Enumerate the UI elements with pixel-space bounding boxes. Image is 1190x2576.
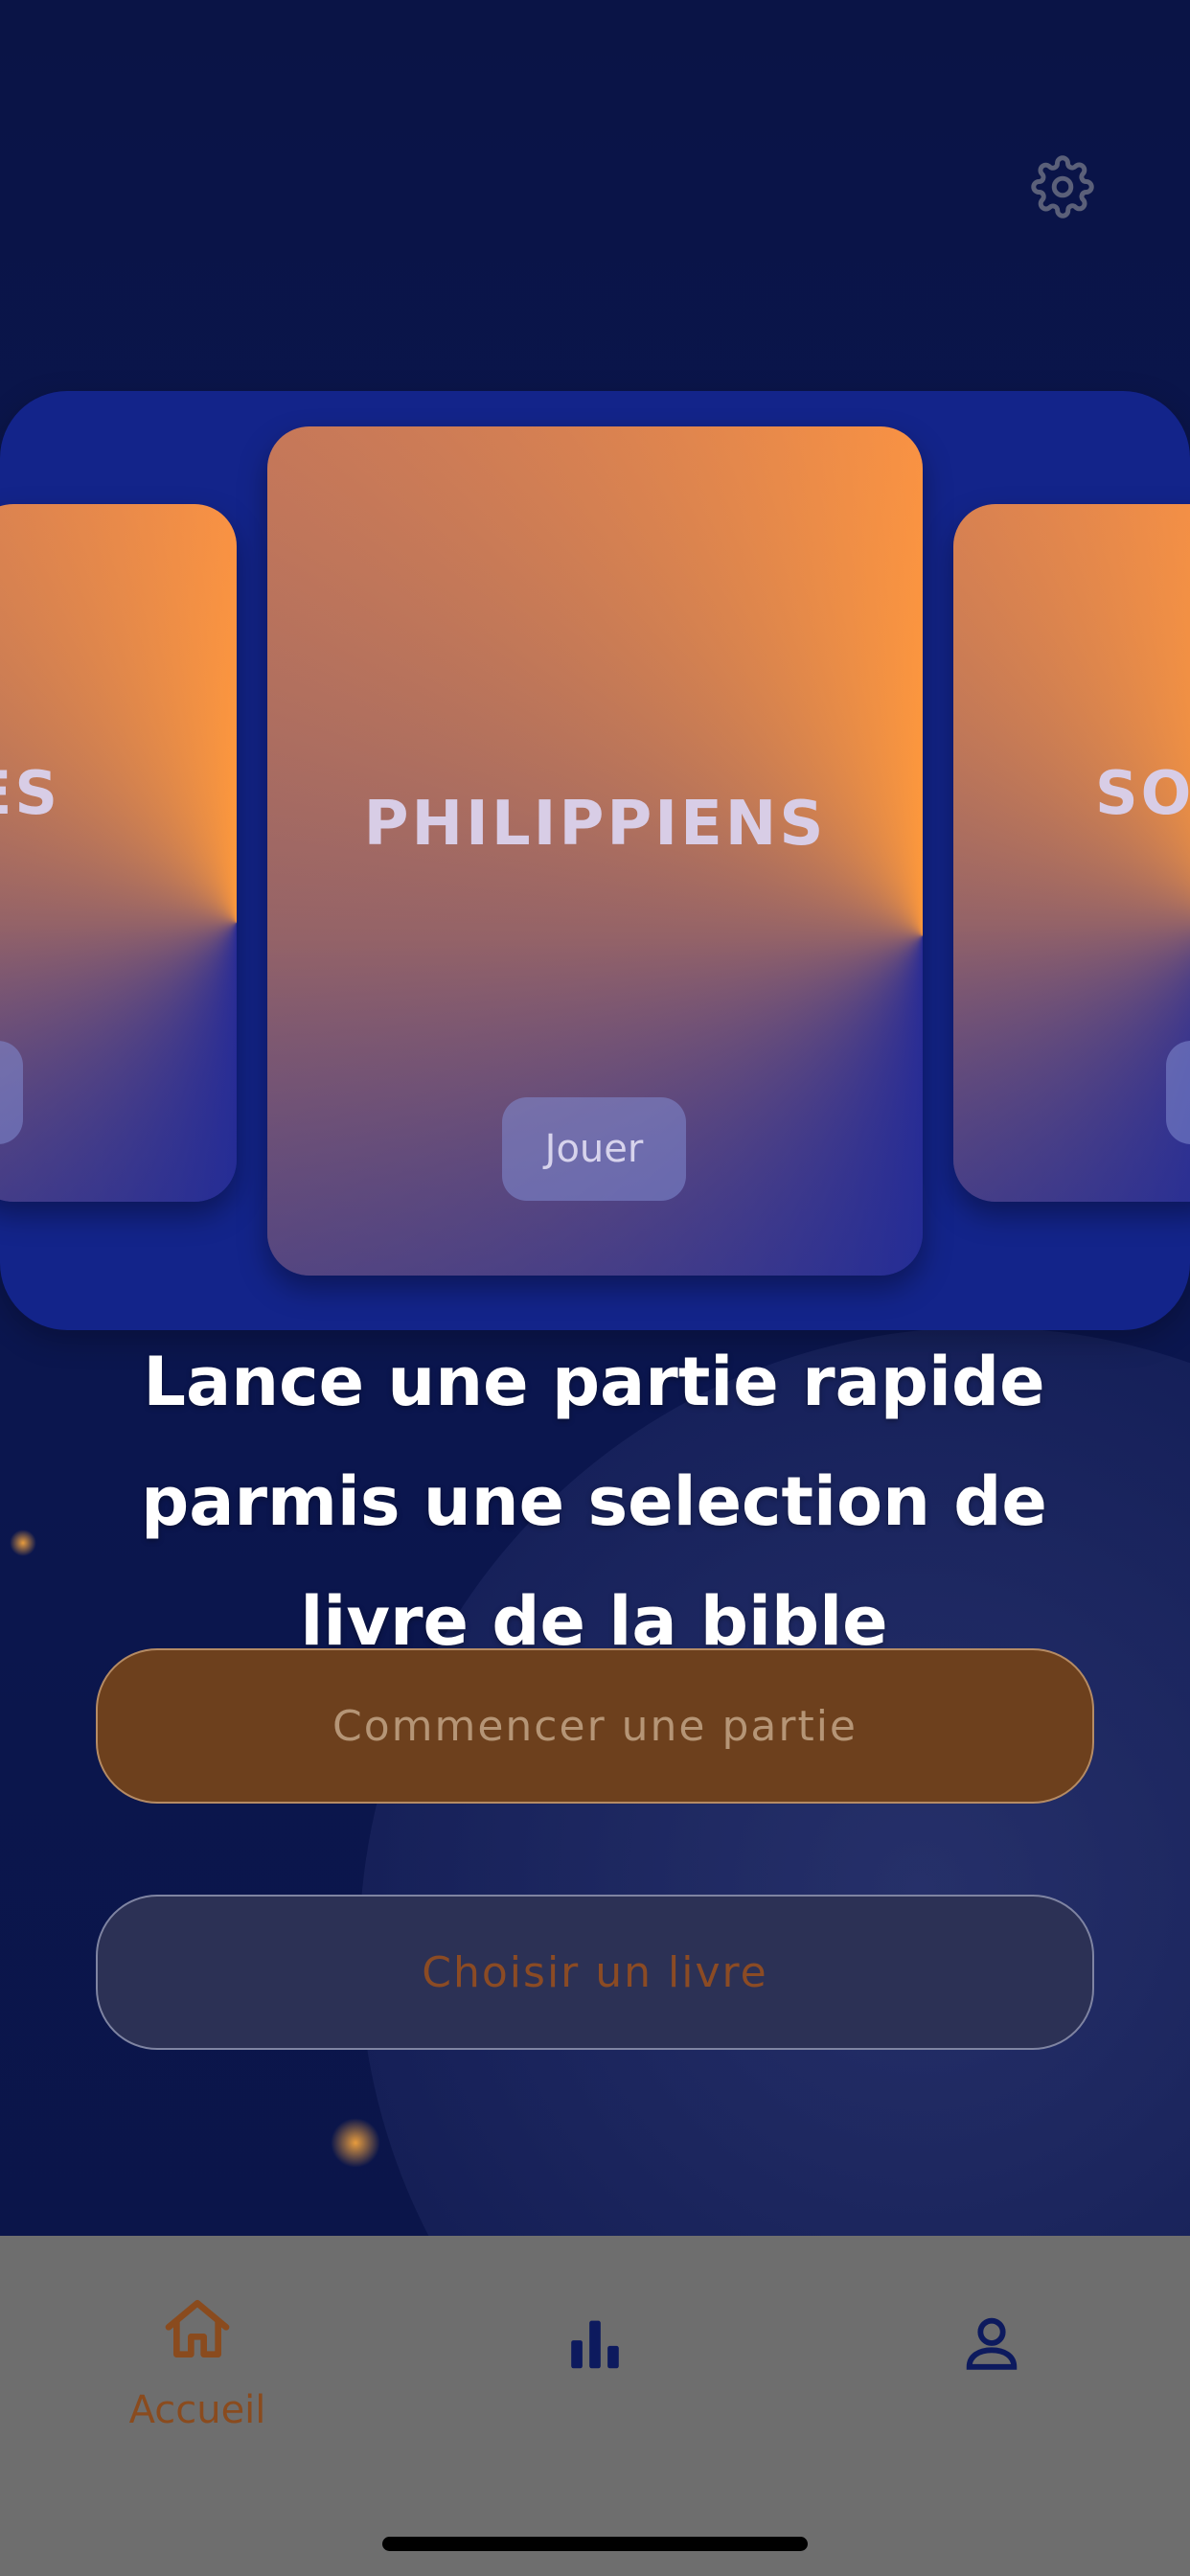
app-screen: ES PHILIPPIENS Jouer SOF Lance une parti…	[0, 0, 1190, 2576]
glow-dot	[10, 1530, 36, 1556]
book-card[interactable]: ES	[0, 504, 237, 1202]
play-button[interactable]	[1166, 1041, 1190, 1144]
book-card-title: PHILIPPIENS	[363, 789, 827, 860]
headline: Lance une partie rapide parmis une selec…	[115, 1322, 1073, 1682]
choose-book-button[interactable]: Choisir un livre	[96, 1895, 1094, 2050]
start-game-button[interactable]: Commencer une partie	[96, 1648, 1094, 1804]
gear-icon	[1031, 155, 1094, 218]
home-icon	[165, 2300, 230, 2358]
tab-home[interactable]: Accueil	[92, 2290, 303, 2482]
tab-stats[interactable]	[490, 2290, 700, 2501]
headline-line: Lance une partie rapide	[143, 1343, 1045, 1421]
tab-home-label: Accueil	[128, 2388, 266, 2432]
profile-icon	[966, 2317, 1018, 2370]
book-card[interactable]: SOF	[953, 504, 1190, 1202]
book-card-selected[interactable]: PHILIPPIENS Jouer	[267, 426, 923, 1276]
play-button[interactable]	[0, 1041, 23, 1144]
book-carousel[interactable]: ES PHILIPPIENS Jouer SOF	[0, 391, 1190, 1330]
glow-dot	[331, 2118, 380, 2168]
headline-line: parmis une selection de	[141, 1462, 1047, 1541]
home-indicator	[382, 2537, 808, 2551]
book-card-title: SOF	[1095, 758, 1190, 828]
tab-profile[interactable]	[886, 2290, 1097, 2501]
settings-button[interactable]	[1029, 153, 1096, 220]
play-button[interactable]: Jouer	[502, 1097, 686, 1201]
stats-icon	[571, 2320, 619, 2369]
book-card-title: ES	[0, 758, 61, 828]
